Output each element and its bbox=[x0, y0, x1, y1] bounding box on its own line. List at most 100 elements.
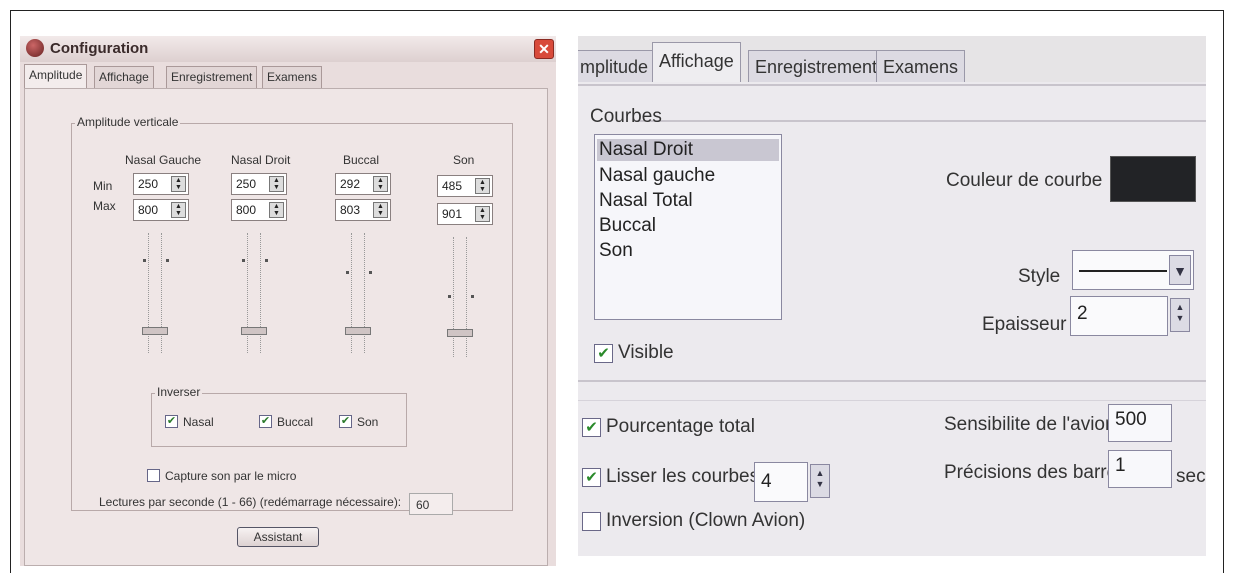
divider bbox=[578, 380, 1206, 382]
tab-enregistrement[interactable]: Enregistrement bbox=[166, 66, 258, 88]
buccal-slider-handle[interactable] bbox=[345, 327, 371, 335]
epaisseur-label: Epaisseur bbox=[982, 314, 1067, 335]
courbes-group-label: Courbes bbox=[590, 106, 662, 127]
lisser-courbes-label: Lisser les courbes bbox=[606, 466, 760, 487]
buccal-max-value: 803 bbox=[340, 203, 361, 217]
spin-arrows-icon[interactable]: ▲ ▼ bbox=[269, 202, 284, 218]
curve-item-nasal-droit[interactable]: Nasal Droit bbox=[597, 139, 779, 161]
spin-arrows-icon[interactable]: ▲ ▼ bbox=[475, 178, 490, 194]
divider bbox=[578, 84, 1206, 86]
nasal-droit-min-spinner[interactable]: 250 ▲ ▼ bbox=[231, 173, 287, 195]
buccal-checkbox[interactable]: ✔ bbox=[259, 415, 272, 428]
epaisseur-value: 2 bbox=[1077, 303, 1088, 324]
tab-affichage[interactable]: Affichage bbox=[652, 42, 741, 84]
nasal-gauche-min-spinner[interactable]: 250 ▲ ▼ bbox=[133, 173, 189, 195]
nasal-droit-slider-track[interactable] bbox=[247, 233, 261, 353]
curve-item-nasal-gauche[interactable]: Nasal gauche bbox=[599, 165, 715, 187]
lisser-courbes-spinner[interactable]: 4 bbox=[754, 462, 808, 502]
lectures-par-seconde-input[interactable]: 60 bbox=[409, 493, 453, 515]
curve-item-buccal[interactable]: Buccal bbox=[599, 215, 656, 237]
nasal-droit-slider-handle[interactable] bbox=[241, 327, 267, 335]
tab-enregistrement[interactable]: Enregistrement bbox=[748, 50, 885, 84]
inversion-clown-avion-checkbox[interactable] bbox=[582, 512, 601, 531]
precision-unit-label: sec bbox=[1176, 466, 1206, 487]
buccal-slider-track[interactable] bbox=[351, 233, 365, 353]
sensibilite-avion-input[interactable]: 500 bbox=[1108, 404, 1172, 442]
tab-bar: mplitude Affichage Enregistrement Examen… bbox=[578, 42, 1206, 84]
tab-examens[interactable]: Examens bbox=[876, 50, 966, 84]
curves-listbox[interactable]: Nasal Droit Nasal gauche Nasal Total Buc… bbox=[594, 134, 782, 320]
close-button[interactable]: ✕ bbox=[534, 39, 554, 59]
spin-arrows-icon[interactable]: ▲ ▼ bbox=[475, 206, 490, 222]
window-title: Configuration bbox=[50, 40, 149, 57]
visible-label: Visible bbox=[618, 342, 674, 363]
spin-arrows-icon[interactable]: ▲ ▼ bbox=[373, 202, 388, 218]
tab-affichage[interactable]: Affichage bbox=[94, 66, 154, 88]
slider-tick bbox=[242, 259, 245, 262]
nasal-gauche-min-value: 250 bbox=[138, 177, 159, 191]
capture-micro-checkbox[interactable] bbox=[147, 469, 160, 482]
app-icon bbox=[26, 39, 44, 57]
curve-color-swatch[interactable] bbox=[1110, 156, 1196, 202]
line-style-select[interactable]: ▼ bbox=[1072, 250, 1194, 290]
min-label: Min bbox=[93, 179, 113, 193]
buccal-max-spinner[interactable]: 803 ▲ ▼ bbox=[335, 199, 391, 221]
son-min-value: 485 bbox=[442, 179, 463, 193]
son-slider-track[interactable] bbox=[453, 237, 467, 357]
slider-tick bbox=[143, 259, 146, 262]
configuration-window-amplitude: Configuration ✕ Amplitude Affichage Enre… bbox=[20, 36, 556, 566]
curve-item-nasal-total[interactable]: Nasal Total bbox=[599, 190, 693, 212]
column-header-son: Son bbox=[453, 153, 475, 167]
spin-arrows-icon[interactable]: ▲ ▼ bbox=[373, 176, 388, 192]
nasal-gauche-slider-handle[interactable] bbox=[142, 327, 168, 335]
son-checkbox[interactable]: ✔ bbox=[339, 415, 352, 428]
amplitude-tab-content: Amplitude verticale Nasal Gauche Nasal D… bbox=[24, 88, 548, 566]
epaisseur-spin-buttons[interactable]: ▲ ▼ bbox=[1170, 296, 1194, 336]
slider-tick bbox=[471, 295, 474, 298]
son-slider-handle[interactable] bbox=[447, 329, 473, 337]
spin-arrows-icon[interactable]: ▲ ▼ bbox=[171, 202, 186, 218]
nasal-gauche-slider-track[interactable] bbox=[148, 233, 162, 353]
buccal-min-spinner[interactable]: 292 ▲ ▼ bbox=[335, 173, 391, 195]
inverser-label: Inverser bbox=[155, 385, 203, 399]
nasal-droit-min-value: 250 bbox=[236, 177, 257, 191]
slider-tick bbox=[346, 271, 349, 274]
slider-tick bbox=[166, 259, 169, 262]
spin-arrows-icon[interactable]: ▲ ▼ bbox=[810, 464, 830, 498]
assistant-button[interactable]: Assistant bbox=[237, 527, 319, 547]
line-style-preview bbox=[1079, 270, 1167, 272]
slider-tick bbox=[265, 259, 268, 262]
pourcentage-total-label: Pourcentage total bbox=[606, 416, 755, 437]
lisser-courbes-checkbox[interactable]: ✔ bbox=[582, 468, 601, 487]
nasal-gauche-max-value: 800 bbox=[138, 203, 159, 217]
son-min-spinner[interactable]: 485 ▲ ▼ bbox=[437, 175, 493, 197]
divider bbox=[578, 400, 1206, 401]
son-checkbox-label: Son bbox=[357, 415, 379, 429]
curve-item-son[interactable]: Son bbox=[599, 240, 633, 262]
tab-amplitude[interactable]: Amplitude bbox=[24, 64, 88, 89]
nasal-gauche-max-spinner[interactable]: 800 ▲ ▼ bbox=[133, 199, 189, 221]
lisser-spin-buttons[interactable]: ▲ ▼ bbox=[810, 462, 834, 502]
capture-micro-label: Capture son par le micro bbox=[165, 469, 297, 483]
visible-checkbox[interactable]: ✔ bbox=[594, 344, 613, 363]
nasal-checkbox[interactable]: ✔ bbox=[165, 415, 178, 428]
spin-arrows-icon[interactable]: ▲ ▼ bbox=[171, 176, 186, 192]
column-header-nasal-droit: Nasal Droit bbox=[231, 153, 291, 167]
precision-barres-input[interactable]: 1 bbox=[1108, 450, 1172, 488]
chevron-down-icon[interactable]: ▼ bbox=[1169, 255, 1191, 285]
column-header-buccal: Buccal bbox=[343, 153, 380, 167]
nasal-droit-max-value: 800 bbox=[236, 203, 257, 217]
spin-arrows-icon[interactable]: ▲ ▼ bbox=[1170, 298, 1190, 332]
buccal-min-value: 292 bbox=[340, 177, 361, 191]
epaisseur-spinner[interactable]: 2 bbox=[1070, 296, 1168, 336]
son-max-value: 901 bbox=[442, 207, 463, 221]
couleur-de-courbe-label: Couleur de courbe bbox=[946, 170, 1103, 191]
tab-amplitude[interactable]: mplitude bbox=[578, 50, 656, 84]
tab-examens[interactable]: Examens bbox=[262, 66, 323, 88]
son-max-spinner[interactable]: 901 ▲ ▼ bbox=[437, 203, 493, 225]
nasal-droit-max-spinner[interactable]: 800 ▲ ▼ bbox=[231, 199, 287, 221]
sensibilite-avion-label: Sensibilite de l'avion bbox=[944, 414, 1116, 435]
spin-arrows-icon[interactable]: ▲ ▼ bbox=[269, 176, 284, 192]
slider-tick bbox=[369, 271, 372, 274]
pourcentage-total-checkbox[interactable]: ✔ bbox=[582, 418, 601, 437]
